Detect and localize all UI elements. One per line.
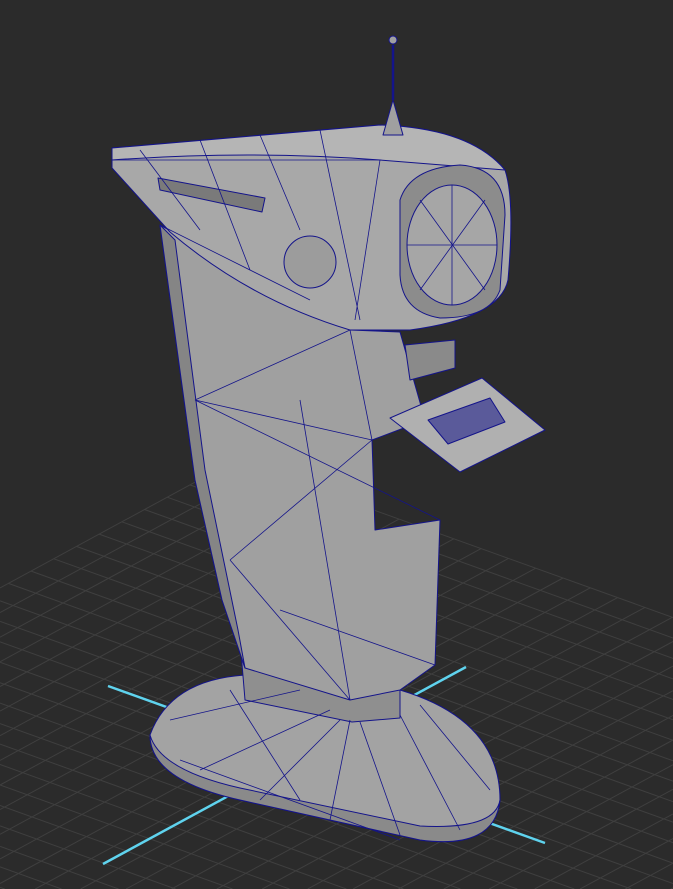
grid-line xyxy=(0,805,233,889)
viewport-canvas[interactable] xyxy=(0,0,673,889)
antenna-tip xyxy=(388,35,398,45)
antenna-cone xyxy=(382,99,404,136)
3d-viewport[interactable] xyxy=(0,0,673,889)
grid-line xyxy=(0,845,119,889)
chest-buttons xyxy=(404,339,456,381)
grid-line xyxy=(534,813,673,889)
ear-knob xyxy=(283,235,337,289)
robot-model[interactable] xyxy=(111,35,546,843)
grid-line xyxy=(625,862,673,889)
